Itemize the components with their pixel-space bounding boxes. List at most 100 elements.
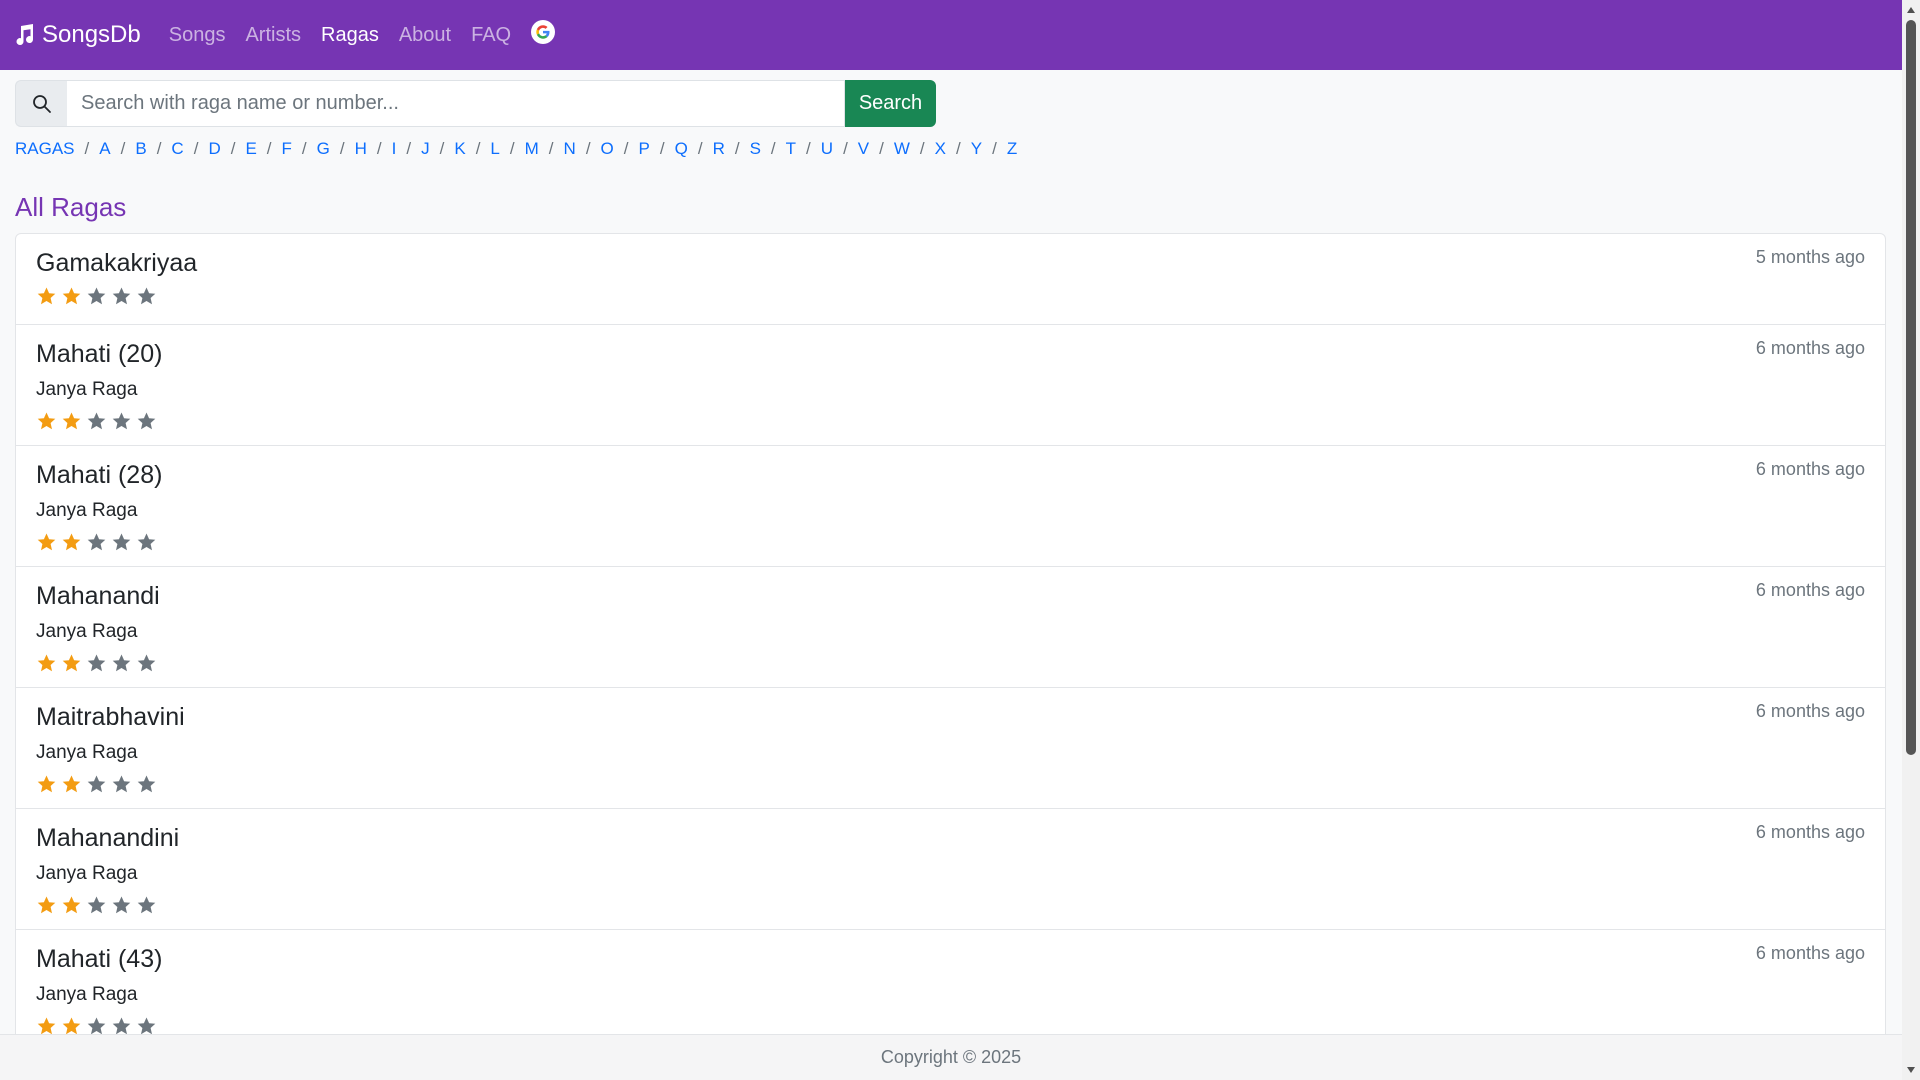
alphabet-link-g[interactable]: G (317, 139, 330, 159)
star-empty-icon (137, 287, 156, 305)
raga-list-item[interactable]: Mahanandi Janya Raga 6 months ago (16, 567, 1885, 688)
alphabet-link-y[interactable]: Y (971, 139, 982, 159)
nav-link-songs[interactable]: Songs (169, 24, 226, 47)
alphabet-link-b[interactable]: B (135, 139, 146, 159)
alphabet-link-t[interactable]: T (786, 139, 796, 159)
nav-link-faq[interactable]: FAQ (471, 24, 511, 47)
star-filled-icon (37, 775, 56, 793)
raga-list: Gamakakriyaa 5 months ago Mahati (20) Janya… (15, 233, 1886, 1052)
star-rating (36, 895, 1865, 916)
breadcrumb-separator: / (659, 139, 665, 158)
raga-name: Mahati (43) (36, 945, 163, 973)
search-button[interactable]: Search (845, 80, 936, 127)
alphabet-link-z[interactable]: Z (1007, 139, 1017, 159)
raga-type: Janya Raga (36, 742, 138, 763)
raga-type: Janya Raga (36, 621, 138, 642)
breadcrumb-separator: / (956, 139, 961, 158)
raga-name: Maitrabhavini (36, 703, 185, 731)
breadcrumb-separator: / (439, 139, 445, 158)
nav-link-artists[interactable]: Artists (245, 24, 301, 47)
google-icon (536, 25, 550, 39)
vertical-scrollbar[interactable] (1902, 0, 1920, 1080)
alphabet-link-f[interactable]: F (282, 139, 292, 159)
breadcrumb-separator: / (339, 139, 345, 158)
alphabet-link-a[interactable]: A (99, 139, 110, 159)
raga-timestamp: 6 months ago (1755, 338, 1865, 358)
star-empty-icon (112, 775, 131, 793)
alphabet-link-ragas[interactable]: RAGAS (15, 139, 75, 159)
star-empty-icon (112, 654, 131, 672)
star-filled-icon (37, 287, 56, 305)
raga-list-item[interactable]: Mahati (20) Janya Raga 6 months ago (16, 325, 1885, 446)
page-viewport: SongsDb Songs Artists Ragas About FAQ Search… (0, 0, 1902, 1080)
raga-type: Janya Raga (36, 500, 138, 521)
alphabet-link-h[interactable]: H (355, 139, 367, 159)
alphabet-link-j[interactable]: J (421, 139, 430, 159)
breadcrumb-separator: / (734, 139, 740, 158)
star-rating (36, 532, 1865, 553)
alphabet-link-l[interactable]: L (490, 139, 499, 159)
raga-timestamp: 6 months ago (1755, 459, 1865, 479)
scroll-up-arrow-icon[interactable] (1902, 2, 1920, 18)
raga-list-item[interactable]: Mahanandini Janya Raga 6 months ago (16, 809, 1885, 930)
brand-link[interactable]: SongsDb (12, 21, 141, 49)
raga-type: Janya Raga (36, 984, 138, 1005)
star-rating (36, 653, 1865, 674)
star-empty-icon (112, 533, 131, 551)
alphabet-link-s[interactable]: S (750, 139, 761, 159)
star-empty-icon (137, 896, 156, 914)
alphabet-link-d[interactable]: D (208, 139, 220, 159)
brand-name: SongsDb (42, 21, 141, 48)
raga-timestamp: 6 months ago (1755, 943, 1865, 963)
breadcrumb-separator: / (548, 139, 554, 158)
star-filled-icon (62, 775, 81, 793)
star-filled-icon (37, 533, 56, 551)
alphabet-link-r[interactable]: R (713, 139, 725, 159)
star-rating (36, 774, 1865, 795)
star-empty-icon (87, 412, 106, 430)
navbar: SongsDb Songs Artists Ragas About FAQ (0, 0, 1902, 70)
alphabet-link-w[interactable]: W (894, 139, 910, 159)
breadcrumb-separator: / (84, 139, 90, 158)
alphabet-link-m[interactable]: M (525, 139, 539, 159)
raga-timestamp: 6 months ago (1755, 580, 1865, 600)
google-sign-in-button[interactable] (531, 20, 556, 44)
breadcrumb-separator: / (406, 139, 412, 158)
scroll-down-arrow-icon[interactable] (1902, 1062, 1920, 1078)
breadcrumb-separator: / (585, 139, 591, 158)
breadcrumb-separator: / (697, 139, 703, 158)
alphabet-link-e[interactable]: E (245, 139, 256, 159)
breadcrumb-separator: / (992, 139, 997, 158)
alphabet-link-o[interactable]: O (601, 139, 614, 159)
alphabet-link-v[interactable]: V (858, 139, 869, 159)
star-filled-icon (37, 412, 56, 430)
search-icon (32, 94, 51, 113)
page-title: All Ragas (15, 192, 127, 222)
search-input[interactable] (67, 80, 845, 127)
nav-link-ragas[interactable]: Ragas (321, 24, 379, 47)
breadcrumb-separator: / (230, 139, 236, 158)
breadcrumb-separator: / (919, 139, 925, 158)
nav-link-about[interactable]: About (399, 24, 451, 47)
raga-name: Gamakakriyaa (36, 249, 198, 277)
raga-list-item[interactable]: Mahati (43) Janya Raga 6 months ago (16, 930, 1885, 1051)
alphabet-link-i[interactable]: I (392, 139, 397, 159)
alphabet-link-u[interactable]: U (821, 139, 833, 159)
alphabet-link-n[interactable]: N (564, 139, 576, 159)
scrollbar-thumb[interactable] (1906, 20, 1916, 755)
breadcrumb-separator: / (843, 139, 848, 158)
alphabet-link-x[interactable]: X (935, 139, 946, 159)
raga-list-item[interactable]: Maitrabhavini Janya Raga 6 months ago (16, 688, 1885, 809)
raga-list-item[interactable]: Mahati (28) Janya Raga 6 months ago (16, 446, 1885, 567)
raga-name: Mahanandi (36, 582, 160, 610)
alphabet-link-c[interactable]: C (171, 139, 183, 159)
raga-name: Mahati (20) (36, 340, 163, 368)
star-empty-icon (112, 287, 131, 305)
alphabet-link-p[interactable]: P (639, 139, 650, 159)
breadcrumb-separator: / (879, 139, 884, 158)
breadcrumb-separator: / (120, 139, 126, 158)
alphabet-breadcrumb: RAGAS / A / B / C / D / E / F / G / H / I / J / K / L / M / N / O / P / Q /… (15, 139, 1017, 159)
alphabet-link-k[interactable]: K (454, 139, 465, 159)
raga-list-item[interactable]: Gamakakriyaa 5 months ago (16, 234, 1885, 325)
alphabet-link-q[interactable]: Q (675, 139, 688, 159)
